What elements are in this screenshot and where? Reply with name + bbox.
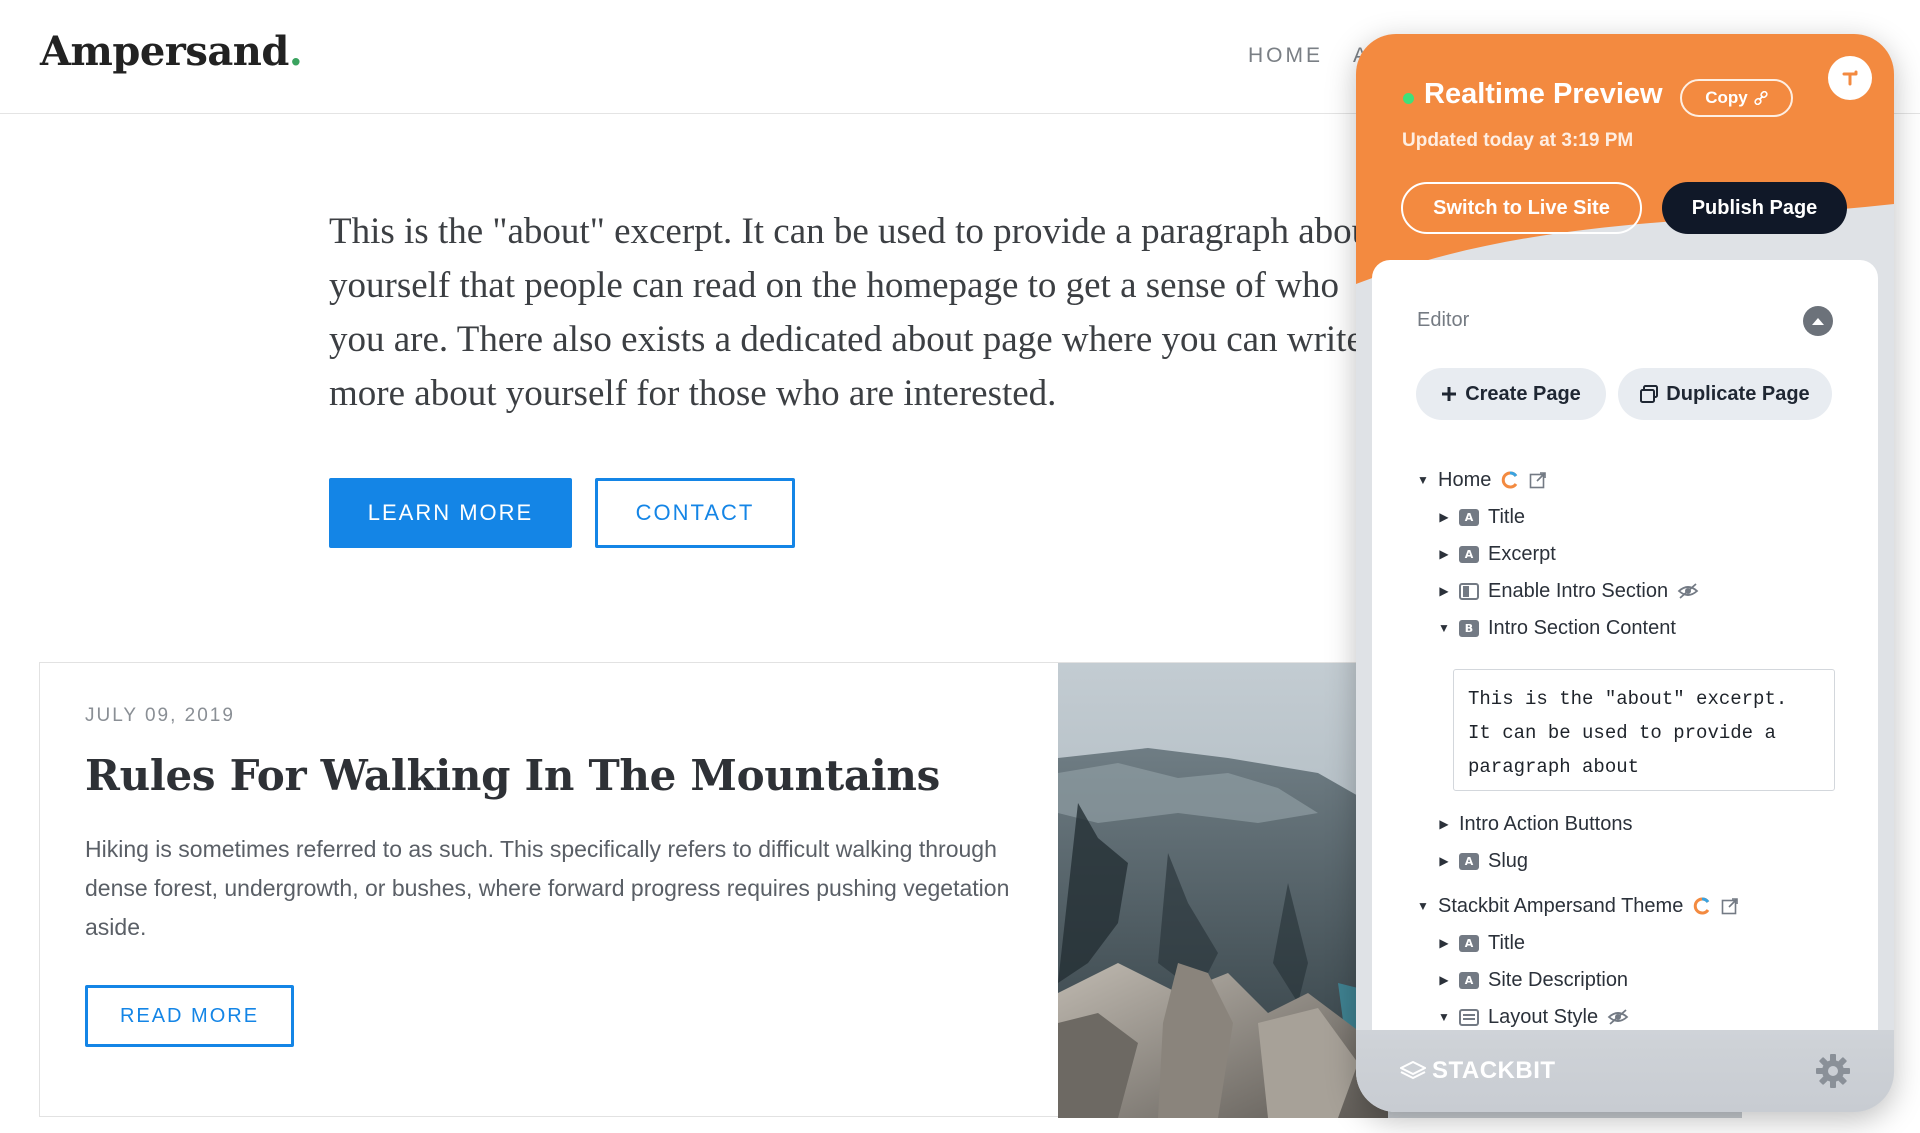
nav-home-link[interactable]: HOME — [1248, 44, 1323, 68]
tree-label-title: Title — [1488, 505, 1526, 528]
learn-more-button[interactable]: LEARN MORE — [329, 478, 572, 548]
caret-right-icon: ▶ — [1439, 584, 1449, 598]
main-nav: HOME A — [1248, 44, 1370, 68]
text-field-icon: A — [1459, 971, 1479, 989]
copy-link-button[interactable]: Copy — [1680, 79, 1793, 117]
tree-item-excerpt[interactable]: ▶ A Excerpt — [1438, 539, 1556, 569]
tree-item-slug[interactable]: ▶ A Slug — [1438, 846, 1528, 876]
stackbit-sync-icon — [1502, 471, 1518, 489]
tree-label-enable-intro: Enable Intro Section — [1488, 579, 1669, 602]
caret-right-icon: ▶ — [1439, 936, 1449, 950]
create-page-label: Create Page — [1465, 382, 1581, 405]
caret-right-icon: ▶ — [1439, 547, 1449, 561]
caret-down-icon: ▼ — [1438, 1010, 1450, 1024]
tree-item-home[interactable]: ▼ Home — [1417, 465, 1547, 495]
duplicate-icon — [1640, 385, 1659, 403]
text-field-icon: A — [1459, 852, 1479, 870]
tree-item-intro-buttons[interactable]: ▶ Intro Action Buttons — [1438, 809, 1632, 839]
link-icon — [1754, 91, 1768, 105]
tree-item-layout-style[interactable]: ▼ Layout Style — [1438, 1002, 1629, 1032]
create-page-button[interactable]: Create Page — [1416, 368, 1606, 420]
tree-label-intro-content: Intro Section Content — [1488, 616, 1676, 639]
tree-item-enable-intro[interactable]: ▶ Enable Intro Section — [1438, 576, 1699, 606]
stackbit-logo[interactable]: STACKBIT — [1400, 1057, 1556, 1085]
stackbit-sync-icon — [1694, 897, 1710, 915]
tree-label-theme-title: Title — [1488, 931, 1526, 954]
tree-item-title[interactable]: ▶ A Title — [1438, 502, 1525, 532]
post-date: JULY 09, 2019 — [85, 705, 235, 726]
external-link-icon[interactable] — [1721, 897, 1739, 915]
text-field-icon: A — [1459, 508, 1479, 526]
stackbit-brand-label: STACKBIT — [1432, 1057, 1556, 1084]
intro-content-textarea[interactable]: This is the "about" excerpt. It can be u… — [1453, 669, 1835, 791]
updated-timestamp: Updated today at 3:19 PM — [1402, 130, 1634, 151]
copy-label: Copy — [1705, 88, 1748, 107]
caret-right-icon: ▶ — [1439, 817, 1449, 831]
editor-card: Editor Create Page Duplicate Page ▼ Home — [1372, 260, 1878, 1060]
tree-item-theme-title[interactable]: ▶ A Title — [1438, 928, 1525, 958]
markdown-field-icon: B — [1459, 619, 1479, 637]
collapse-panel-button[interactable] — [1828, 56, 1872, 100]
publish-page-button[interactable]: Publish Page — [1662, 182, 1847, 234]
editor-heading: Editor — [1417, 309, 1470, 331]
tree-item-intro-content[interactable]: ▼ B Intro Section Content — [1438, 613, 1676, 643]
tree-label-layout-style: Layout Style — [1488, 1005, 1599, 1028]
corner-arrow-icon — [1842, 70, 1858, 86]
eye-off-icon — [1607, 1009, 1629, 1025]
tree-label-theme: Stackbit Ampersand Theme — [1438, 894, 1684, 917]
panel-footer: STACKBIT — [1356, 1030, 1894, 1112]
plus-icon — [1442, 387, 1457, 401]
stackbit-logo-icon — [1400, 1061, 1426, 1080]
tree-item-theme[interactable]: ▼ Stackbit Ampersand Theme — [1417, 891, 1739, 921]
text-field-icon: A — [1459, 545, 1479, 563]
caret-down-icon: ▼ — [1438, 621, 1450, 635]
post-title[interactable]: Rules For Walking In The Mountains — [85, 751, 940, 800]
contact-button[interactable]: CONTACT — [595, 478, 795, 548]
live-status-dot — [1403, 93, 1414, 104]
intro-actions: LEARN MORE CONTACT — [329, 478, 795, 548]
caret-right-icon: ▶ — [1439, 973, 1449, 987]
duplicate-page-button[interactable]: Duplicate Page — [1618, 368, 1832, 420]
external-link-icon[interactable] — [1529, 471, 1547, 489]
tree-label-home: Home — [1438, 468, 1492, 491]
collapse-editor-button[interactable] — [1803, 306, 1833, 336]
tree-label-site-description: Site Description — [1488, 968, 1629, 991]
switch-live-site-button[interactable]: Switch to Live Site — [1401, 182, 1642, 234]
tree-label-slug: Slug — [1488, 849, 1529, 872]
tree-item-site-description[interactable]: ▶ A Site Description — [1438, 965, 1628, 995]
chevron-up-icon — [1812, 318, 1824, 325]
eye-off-icon — [1677, 583, 1699, 599]
post-excerpt: Hiking is sometimes referred to as such.… — [85, 836, 1010, 940]
text-field-icon: A — [1459, 934, 1479, 952]
duplicate-page-label: Duplicate Page — [1666, 382, 1810, 405]
caret-right-icon: ▶ — [1439, 854, 1449, 868]
site-logo[interactable]: Ampersand. — [40, 28, 303, 75]
intro-excerpt: This is the "about" excerpt. It can be u… — [329, 211, 1381, 414]
realtime-preview-panel: Realtime Preview Copy Updated today at 3… — [1356, 34, 1894, 1112]
tree-label-excerpt: Excerpt — [1488, 542, 1556, 565]
caret-down-icon: ▼ — [1417, 473, 1429, 487]
caret-right-icon: ▶ — [1439, 510, 1449, 524]
caret-down-icon: ▼ — [1417, 899, 1429, 913]
boolean-field-icon — [1459, 582, 1479, 600]
tree-label-intro-buttons: Intro Action Buttons — [1459, 812, 1633, 835]
enum-field-icon — [1459, 1008, 1479, 1026]
gear-icon[interactable] — [1814, 1052, 1852, 1090]
panel-title: Realtime Preview — [1424, 78, 1663, 110]
read-more-button[interactable]: READ MORE — [85, 985, 294, 1047]
